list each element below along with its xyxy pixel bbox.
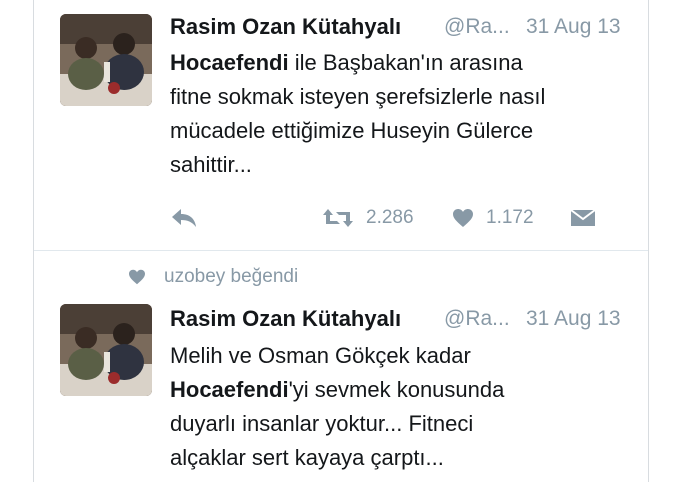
timeline: Rasim Ozan Kütahyalı @Ra... 31 Aug 13 Ho… [0,0,680,482]
avatar-photo [60,14,152,106]
text-span: 'yi sevmek konusunda [288,377,505,402]
reply-icon [172,209,196,227]
like-count: 1.172 [486,207,534,228]
tweet-text: Hocaefendi ile Başbakan'ın arasına fitne… [170,46,545,182]
tweet-text-line: fitne sokmak isteyen şerefsizlerle nasıl [170,80,545,114]
tweet-timestamp[interactable]: 31 Aug 13 [526,15,621,39]
timeline-right-border [648,0,649,482]
mention-bold: Hocaefendi [170,50,289,75]
tweet-text-line: Hocaefendi ile Başbakan'ın arasına [170,46,545,80]
retweet-button[interactable]: 2.286 [322,203,414,233]
text-span: mücadele ettiğimize Huseyin Gülerce [170,118,534,143]
direct-message-icon [570,209,596,226]
text-span: sahittir... [170,152,252,177]
text-span: fitne sokmak isteyen şerefsizlerle nasıl [170,84,546,109]
tweet-text-line: sahittir... [170,148,545,182]
author-name[interactable]: Rasim Ozan Kütahyalı [170,306,401,332]
retweet-count: 2.286 [366,207,414,228]
reply-button[interactable] [170,203,198,233]
author-name[interactable]: Rasim Ozan Kütahyalı [170,14,401,40]
tweet-text-line: Melih ve Osman Gökçek kadar [170,339,504,373]
tweet[interactable]: Rasim Ozan Kütahyalı @Ra... 31 Aug 13 Ho… [34,0,648,250]
text-span: Melih ve Osman Gökçek kadar [170,343,471,368]
avatar[interactable] [60,14,152,106]
text-span: duyarlı insanlar yoktur... Fitneci [170,411,474,436]
tweet-text-line: duyarlı insanlar yoktur... Fitneci [170,407,504,441]
tweet-text-line: alçaklar sert kayaya çarptı... [170,441,504,475]
author-handle[interactable]: @Ra... [444,15,510,39]
like-button[interactable]: 1.172 [452,203,534,233]
text-span: alçaklar sert kayaya çarptı... [170,445,444,470]
tweet-text: Melih ve Osman Gökçek kadar Hocaefendi'y… [170,339,504,475]
heart-icon [453,209,473,227]
avatar[interactable] [60,304,152,396]
tweet-text-line: Hocaefendi'yi sevmek konusunda [170,373,504,407]
retweet-icon [323,209,353,227]
text-span: ile Başbakan'ın arasına [288,50,523,75]
tweet-timestamp[interactable]: 31 Aug 13 [526,307,621,331]
tweet[interactable]: Rasim Ozan Kütahyalı @Ra... 31 Aug 13 Me… [34,250,648,482]
mention-bold: Hocaefendi [170,377,289,402]
tweet-text-line: mücadele ettiğimize Huseyin Gülerce [170,114,545,148]
tweet-actions: 2.286 1.172 [170,203,620,233]
avatar-photo [60,304,152,396]
direct-message-button[interactable] [570,203,596,233]
author-handle[interactable]: @Ra... [444,307,510,331]
